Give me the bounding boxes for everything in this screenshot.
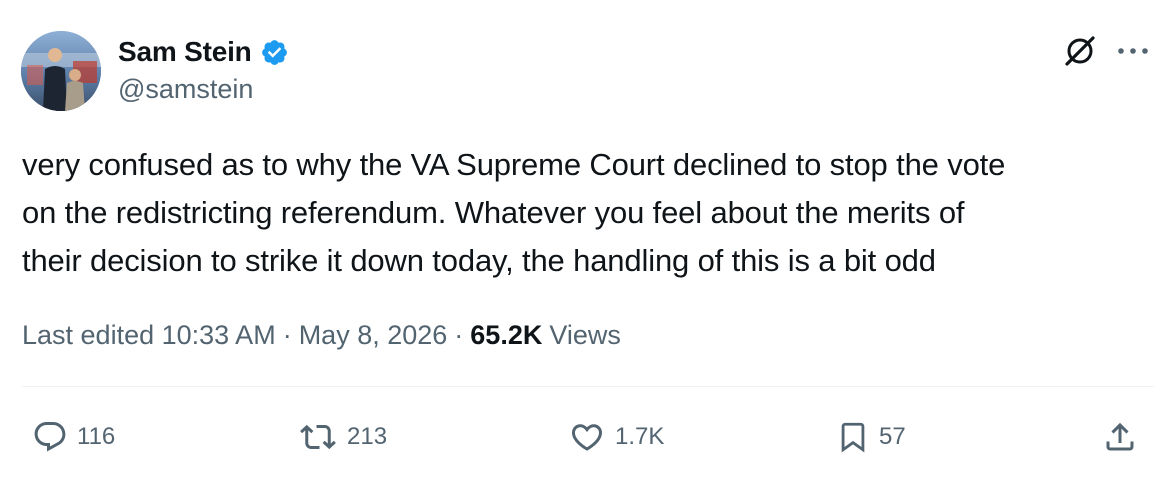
share-icon: [1106, 422, 1134, 451]
avatar[interactable]: [21, 31, 101, 111]
repost-count: 213: [347, 423, 388, 450]
like-count: 1.7K: [615, 423, 665, 450]
tweet-date-link[interactable]: May 8, 2026: [299, 320, 448, 351]
tweet-text-line: very confused as to why the VA Supreme C…: [22, 147, 1006, 182]
bookmark-button[interactable]: 57: [836, 412, 906, 462]
repost-button[interactable]: 213: [298, 412, 387, 462]
tweet-text-line: their decision to strike it down today, …: [22, 243, 936, 278]
tweet-meta: Last edited 10:33 AM · May 8, 2026 · 65.…: [22, 315, 621, 355]
more-icon[interactable]: [1113, 32, 1153, 70]
edited-timestamp-link[interactable]: Last edited 10:33 AM: [22, 320, 276, 351]
like-icon: [571, 424, 603, 451]
author-handle[interactable]: @samstein: [118, 74, 253, 105]
tweet-text: very confused as to why the VA Supreme C…: [22, 141, 1152, 285]
action-bar: 116 213 1.7K 57: [0, 412, 1170, 462]
views-count[interactable]: 65.2K: [470, 320, 542, 351]
bookmark-count: 57: [879, 423, 906, 450]
verified-badge-icon: [260, 38, 289, 67]
tweet-text-line: on the redistricting referendum. Whateve…: [22, 195, 965, 230]
meta-separator: ·: [454, 319, 464, 350]
tweet-card: Sam Stein @samstein very confused as to …: [0, 0, 1170, 480]
repost-icon: [300, 424, 336, 450]
divider: [22, 386, 1154, 387]
meta-separator: ·: [282, 319, 292, 350]
author-display-name[interactable]: Sam Stein: [118, 36, 252, 68]
reply-button[interactable]: 116: [32, 412, 115, 462]
views-label: Views: [549, 319, 621, 350]
grok-icon[interactable]: [1061, 32, 1099, 70]
like-button[interactable]: 1.7K: [568, 412, 664, 462]
bookmark-icon: [841, 422, 865, 453]
reply-icon: [34, 422, 66, 452]
reply-count: 116: [77, 423, 116, 450]
share-button[interactable]: [1102, 412, 1138, 462]
author-name-row[interactable]: Sam Stein: [118, 34, 289, 70]
